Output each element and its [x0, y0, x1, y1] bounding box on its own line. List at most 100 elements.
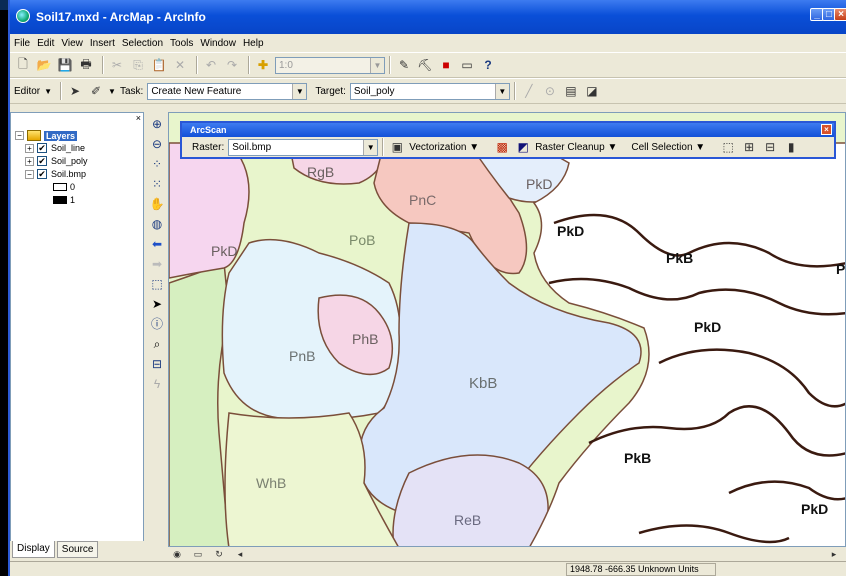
- close-icon[interactable]: ×: [821, 124, 832, 135]
- toc-layer-soil-line[interactable]: + ✔ Soil_line: [25, 143, 85, 153]
- legend-item[interactable]: 0: [53, 182, 75, 192]
- chevron-down-icon[interactable]: ▼: [370, 57, 384, 73]
- sketch-tool-icon[interactable]: ✐: [87, 82, 105, 100]
- close-button[interactable]: ×: [834, 8, 846, 21]
- select-connected-cells-icon[interactable]: ⬚: [719, 138, 737, 156]
- open-folder-icon[interactable]: 📂: [35, 56, 53, 74]
- command-line-icon[interactable]: ▭: [458, 56, 476, 74]
- expand-icon[interactable]: +: [25, 156, 34, 166]
- paste-icon[interactable]: 📋: [150, 56, 168, 74]
- chevron-down-icon[interactable]: ▼: [292, 83, 307, 99]
- redo-icon[interactable]: ↷: [223, 56, 241, 74]
- fixed-zoom-in-icon[interactable]: ⁘: [149, 156, 165, 172]
- toc-tabs: Display Source: [10, 541, 144, 561]
- fixed-zoom-out-icon[interactable]: ⁙: [149, 176, 165, 192]
- close-icon[interactable]: ×: [136, 113, 141, 123]
- raster-painting-icon[interactable]: ▩: [493, 138, 511, 156]
- legend-swatch[interactable]: [53, 183, 67, 191]
- layer-name[interactable]: Soil.bmp: [51, 169, 86, 179]
- tab-source[interactable]: Source: [56, 541, 99, 558]
- task-combo[interactable]: Create New Feature ▼: [147, 82, 308, 100]
- vectorization-menu[interactable]: Vectorization ▼: [409, 142, 479, 153]
- title-bar[interactable]: Soil17.mxd - ArcMap - ArcInfo _ □ ×: [10, 0, 846, 34]
- back-arrow-icon[interactable]: ⬅: [149, 236, 165, 252]
- editor-menu[interactable]: Editor: [14, 86, 40, 97]
- tab-display[interactable]: Display: [12, 541, 55, 558]
- menu-file[interactable]: File: [14, 38, 30, 49]
- remove-cells-icon[interactable]: ⊟: [761, 138, 779, 156]
- split-tool-icon[interactable]: ╱: [520, 82, 538, 100]
- legend-swatch[interactable]: [53, 196, 67, 204]
- add-data-icon[interactable]: ✚: [254, 56, 272, 74]
- arctoolbox-icon[interactable]: ⛏: [416, 56, 434, 74]
- editor-toolbar-icon[interactable]: ✎: [395, 56, 413, 74]
- chevron-down-icon[interactable]: ▼: [363, 139, 378, 155]
- arcscan-toolbar[interactable]: ArcScan × Raster: Soil.bmp ▼ ▣ Vectoriza…: [180, 121, 836, 159]
- sketch-properties-icon[interactable]: ◪: [583, 82, 601, 100]
- zoom-in-icon[interactable]: ⊕: [149, 116, 165, 132]
- soil-map[interactable]: RgB PkD PnC PkD PoB PkD PkB P PhB PnB Pk…: [169, 113, 846, 547]
- layer-name[interactable]: Soil_poly: [51, 156, 88, 166]
- pan-hand-icon[interactable]: ✋: [149, 196, 165, 212]
- print-icon[interactable]: 🖶: [77, 56, 95, 74]
- map-display[interactable]: RgB PkD PnC PkD PoB PkD PkB P PhB PnB Pk…: [168, 112, 846, 547]
- arcmap-globe-icon: [16, 9, 30, 23]
- arcscan-title-bar[interactable]: ArcScan ×: [182, 123, 834, 137]
- whats-this-help-icon[interactable]: ?: [479, 56, 497, 74]
- save-icon[interactable]: 💾: [56, 56, 74, 74]
- menu-tools[interactable]: Tools: [170, 38, 193, 49]
- menu-help[interactable]: Help: [243, 38, 264, 49]
- legend-item[interactable]: 1: [53, 195, 75, 205]
- collapse-icon[interactable]: −: [25, 169, 34, 179]
- identify-icon[interactable]: ⓘ: [149, 316, 165, 332]
- toolbox-icon[interactable]: ■: [437, 56, 455, 74]
- raster-cleanup-menu[interactable]: Raster Cleanup ▼: [535, 142, 617, 153]
- chevron-down-icon[interactable]: ▼: [494, 83, 509, 99]
- layers-label[interactable]: Layers: [44, 130, 78, 141]
- layer-name[interactable]: Soil_line: [51, 143, 85, 153]
- menu-view[interactable]: View: [61, 38, 83, 49]
- select-features-icon[interactable]: ⬚: [149, 276, 165, 292]
- rotate-tool-icon[interactable]: ⊙: [541, 82, 559, 100]
- copy-icon[interactable]: ⎘: [129, 56, 147, 74]
- map-bottom-bar: ◉ ▭ ↻ ◂ ▸: [168, 547, 846, 561]
- zoom-out-icon[interactable]: ⊖: [149, 136, 165, 152]
- cell-stats-icon[interactable]: ▮: [782, 138, 800, 156]
- menu-window[interactable]: Window: [200, 38, 236, 49]
- layer-visibility-checkbox[interactable]: ✔: [37, 156, 47, 166]
- full-extent-globe-icon[interactable]: ◍: [149, 216, 165, 232]
- menu-selection[interactable]: Selection: [122, 38, 163, 49]
- forward-arrow-icon[interactable]: ➡: [149, 256, 165, 272]
- select-elements-icon[interactable]: ➤: [149, 296, 165, 312]
- collapse-icon[interactable]: −: [15, 131, 24, 140]
- chevron-down-icon[interactable]: ▼: [108, 87, 116, 96]
- cut-icon[interactable]: ✂: [108, 56, 126, 74]
- add-cells-icon[interactable]: ⊞: [740, 138, 758, 156]
- toc-layer-soil-poly[interactable]: + ✔ Soil_poly: [25, 156, 88, 166]
- expand-icon[interactable]: +: [25, 143, 34, 153]
- find-binoculars-icon[interactable]: ⌕: [149, 336, 165, 352]
- layer-visibility-checkbox[interactable]: ✔: [37, 169, 47, 179]
- cell-selection-menu[interactable]: Cell Selection ▼: [631, 142, 705, 153]
- target-label: Target:: [315, 85, 346, 97]
- delete-icon[interactable]: ✕: [171, 56, 189, 74]
- toc-layer-soil-bmp[interactable]: − ✔ Soil.bmp: [25, 169, 86, 179]
- attributes-icon[interactable]: ▤: [562, 82, 580, 100]
- undo-icon[interactable]: ↶: [202, 56, 220, 74]
- layer-visibility-checkbox[interactable]: ✔: [37, 143, 47, 153]
- raster-combo[interactable]: Soil.bmp ▼: [228, 138, 379, 156]
- edit-tool-icon[interactable]: ➤: [66, 82, 84, 100]
- chevron-down-icon[interactable]: ▼: [44, 87, 52, 96]
- menu-insert[interactable]: Insert: [90, 38, 115, 49]
- hyperlink-icon[interactable]: ϟ: [149, 376, 165, 392]
- new-document-icon[interactable]: 🗋: [14, 56, 32, 74]
- map-scale-combo[interactable]: 1:0 ▼: [275, 56, 385, 74]
- target-combo[interactable]: Soil_poly ▼: [349, 82, 510, 100]
- toc-root[interactable]: − Layers: [15, 130, 78, 141]
- measure-icon[interactable]: ⊟: [149, 356, 165, 372]
- menu-edit[interactable]: Edit: [37, 38, 54, 49]
- raster-snapping-icon[interactable]: ◩: [514, 138, 532, 156]
- soil-polygon[interactable]: [392, 454, 549, 547]
- vectorization-settings-icon[interactable]: ▣: [388, 138, 406, 156]
- coordinate-readout: 1948.78 -666.35 Unknown Units: [566, 563, 716, 576]
